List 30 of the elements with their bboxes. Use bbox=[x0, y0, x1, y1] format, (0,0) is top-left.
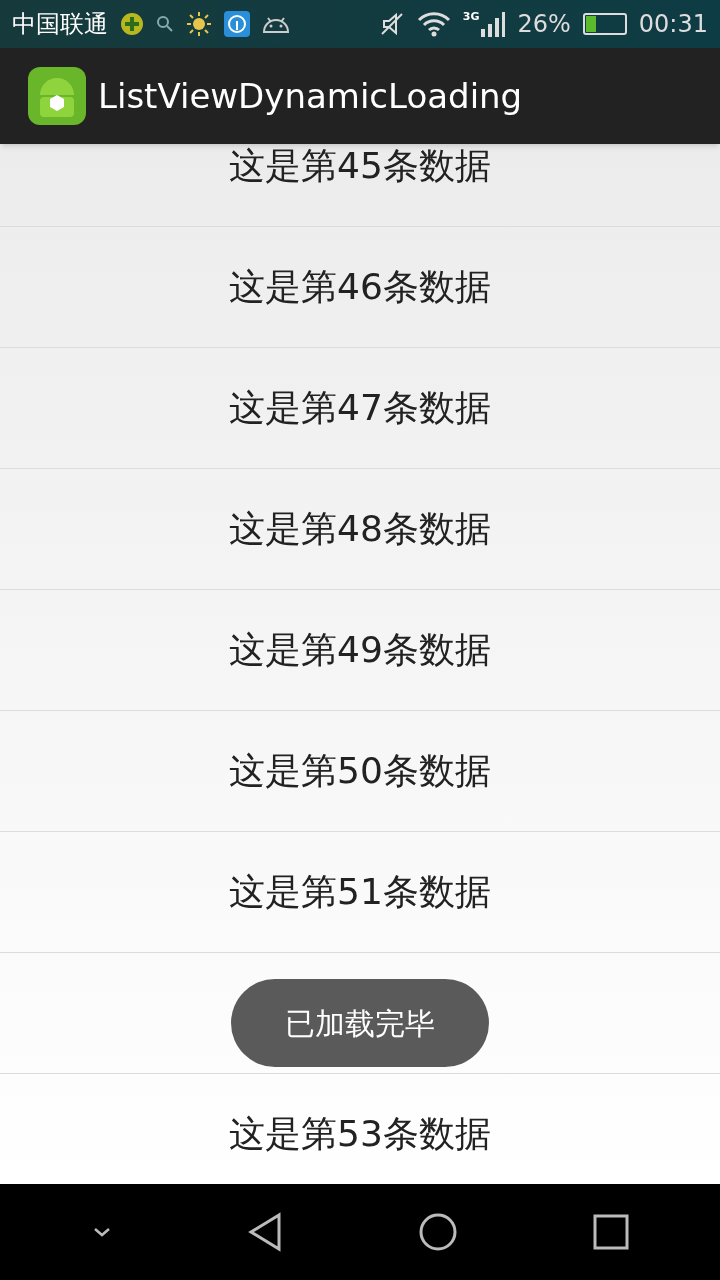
app-title: ListViewDynamicLoading bbox=[98, 74, 523, 118]
list-row[interactable]: 这是第51条数据 bbox=[0, 832, 720, 953]
row-text: 这是第48条数据 bbox=[229, 507, 491, 551]
app-notification-icon bbox=[120, 12, 144, 36]
clock-text: 00:31 bbox=[638, 9, 708, 40]
list-row[interactable]: 这是第48条数据 bbox=[0, 469, 720, 590]
recent-apps-icon[interactable] bbox=[592, 1214, 629, 1250]
row-text: 这是第51条数据 bbox=[229, 870, 491, 914]
signal-icon bbox=[481, 11, 506, 37]
loaded-toast: 已加载完毕 bbox=[231, 979, 489, 1067]
list-row[interactable]: 这是第46条数据 bbox=[0, 227, 720, 348]
battery-icon bbox=[582, 13, 627, 35]
wifi-icon bbox=[416, 11, 451, 37]
list-row[interactable]: 这是第45条数据 bbox=[0, 144, 720, 227]
row-text: 这是第47条数据 bbox=[229, 386, 491, 430]
list-row[interactable]: 这是第49条数据 bbox=[0, 590, 720, 711]
row-text: 这是第49条数据 bbox=[229, 628, 491, 672]
carrier-text: 中国联通 bbox=[12, 9, 108, 40]
row-text: 这是第46条数据 bbox=[229, 265, 491, 309]
list-row[interactable]: 这是第50条数据 bbox=[0, 711, 720, 832]
search-icon bbox=[156, 15, 174, 33]
row-text: 这是第53条数据 bbox=[229, 1112, 491, 1156]
row-text: 这是第50条数据 bbox=[229, 749, 491, 793]
sun-icon bbox=[186, 11, 212, 37]
back-icon[interactable] bbox=[246, 1212, 283, 1252]
battery-percent-text: 26% bbox=[517, 9, 571, 40]
row-text: 这是第45条数据 bbox=[229, 144, 491, 188]
list-row[interactable]: 这是第47条数据 bbox=[0, 348, 720, 469]
home-icon[interactable] bbox=[417, 1212, 458, 1252]
network-type-text: 3G bbox=[462, 11, 480, 22]
